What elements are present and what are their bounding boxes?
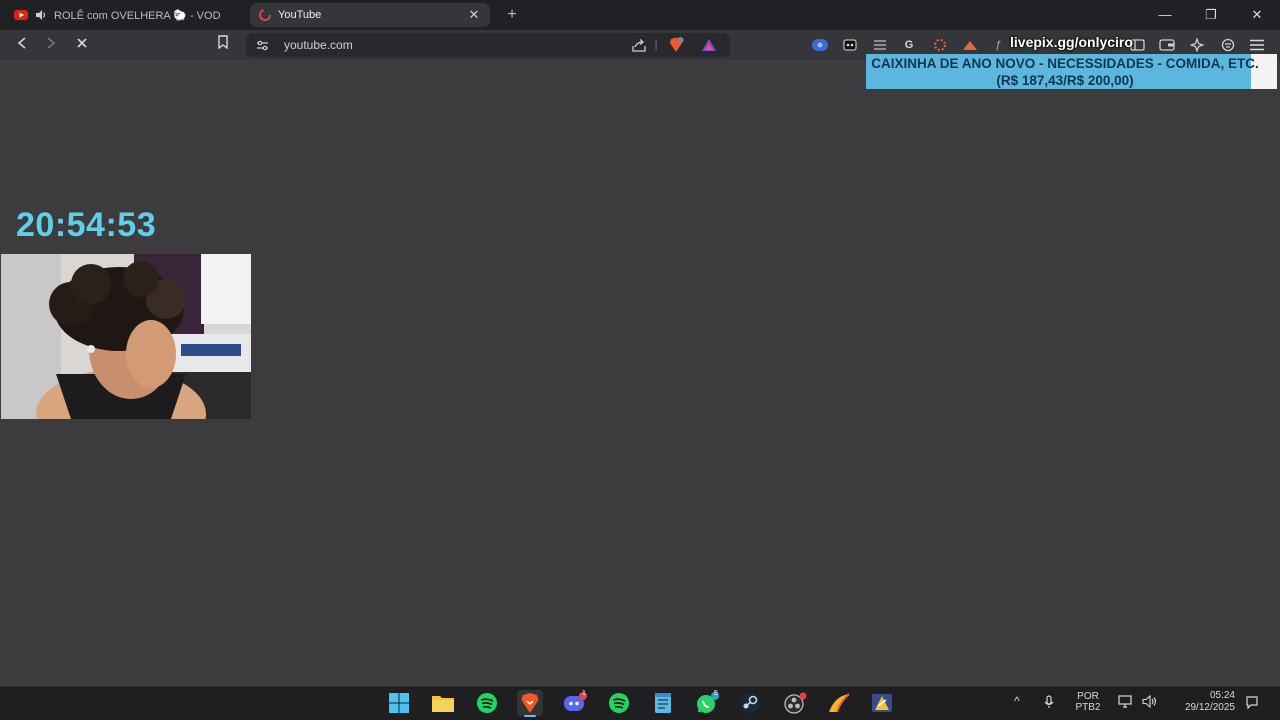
spotify-icon[interactable]	[474, 690, 500, 716]
extension-icon[interactable]	[842, 37, 858, 53]
back-button[interactable]	[12, 35, 32, 55]
bookmark-icon[interactable]	[213, 35, 233, 55]
divider: |	[654, 39, 658, 51]
stream-clock: 20:54:53	[16, 206, 157, 244]
language-code: POR	[1077, 691, 1099, 702]
clock-area[interactable]: 05:24 29/12/2025	[1168, 690, 1238, 714]
minimize-button[interactable]: —	[1152, 5, 1178, 25]
app-icon[interactable]	[826, 690, 852, 716]
leo-ai-icon[interactable]	[1189, 37, 1205, 53]
url-text[interactable]: youtube.com	[284, 38, 353, 52]
tab-youtube[interactable]: YouTube ✕	[250, 3, 490, 27]
file-explorer-icon[interactable]	[430, 690, 456, 716]
whatsapp-icon[interactable]: 5	[694, 690, 720, 716]
network-icon[interactable]	[1117, 695, 1135, 711]
tab-vod[interactable]: ROLÊ com OVELHERA 🐑 - VOD	[6, 3, 242, 27]
restore-button[interactable]: ❐	[1198, 5, 1224, 25]
webcam-feed	[1, 254, 251, 419]
spotify-icon[interactable]	[606, 690, 632, 716]
brave-shields-icon[interactable]	[668, 37, 684, 53]
site-settings-icon[interactable]	[254, 37, 270, 53]
show-hidden-icons-button[interactable]: ^	[1010, 694, 1024, 708]
extension-icon[interactable]	[872, 37, 888, 53]
brave-browser-icon[interactable]	[517, 690, 543, 717]
extension-icon[interactable]	[932, 37, 948, 53]
keyboard-language[interactable]: POR PTB2	[1070, 691, 1106, 713]
speaker-icon[interactable]	[34, 8, 48, 22]
grammar-extension-icon[interactable]: G	[901, 37, 917, 53]
youtube-icon	[14, 8, 28, 22]
extension-icon[interactable]	[812, 37, 828, 53]
close-window-button[interactable]: ✕	[1244, 5, 1270, 25]
share-icon[interactable]	[631, 37, 647, 53]
microphone-icon[interactable]	[1042, 695, 1056, 712]
donation-goal-amount: (R$ 187,43/R$ 200,00)	[996, 73, 1134, 88]
menu-icon[interactable]	[1249, 37, 1265, 53]
obs-icon[interactable]	[782, 690, 808, 716]
new-tab-button[interactable]: +	[502, 5, 522, 25]
start-button[interactable]	[386, 690, 412, 716]
donation-goal-title: CAIXINHA DE ANO NOVO - NECESSIDADES - CO…	[871, 56, 1259, 71]
livepix-link-text: livepix.gg/onlyciro	[1010, 34, 1133, 50]
loading-icon	[258, 8, 272, 22]
stop-loading-button[interactable]	[72, 35, 92, 55]
tab-title: ROLÊ com OVELHERA 🐑 - VOD	[54, 9, 221, 22]
vpn-icon[interactable]	[1220, 37, 1236, 53]
layout-code: PTB2	[1075, 702, 1101, 713]
forward-button[interactable]	[41, 35, 61, 55]
tab-title: YouTube	[278, 9, 322, 21]
extension-icon[interactable]: ƒ	[990, 37, 1006, 53]
system-date: 29/12/2025	[1184, 702, 1235, 713]
notifications-icon[interactable]	[1244, 695, 1260, 712]
notepad-icon[interactable]	[650, 690, 676, 716]
whatsapp-badge: 5	[714, 690, 718, 697]
brave-rewards-icon[interactable]	[701, 37, 717, 53]
system-time: 05:24	[1209, 690, 1235, 701]
wallet-icon[interactable]	[1159, 37, 1175, 53]
tab-strip: ROLÊ com OVELHERA 🐑 - VOD YouTube ✕ + — …	[0, 0, 1280, 30]
close-tab-icon[interactable]: ✕	[466, 7, 482, 23]
app-icon[interactable]	[869, 690, 895, 716]
discord-badge: 1	[582, 690, 586, 697]
volume-icon[interactable]	[1141, 694, 1159, 711]
discord-icon[interactable]: 1	[562, 690, 588, 716]
extension-icon[interactable]	[962, 37, 978, 53]
running-indicator	[524, 715, 536, 717]
steam-icon[interactable]	[737, 690, 763, 716]
